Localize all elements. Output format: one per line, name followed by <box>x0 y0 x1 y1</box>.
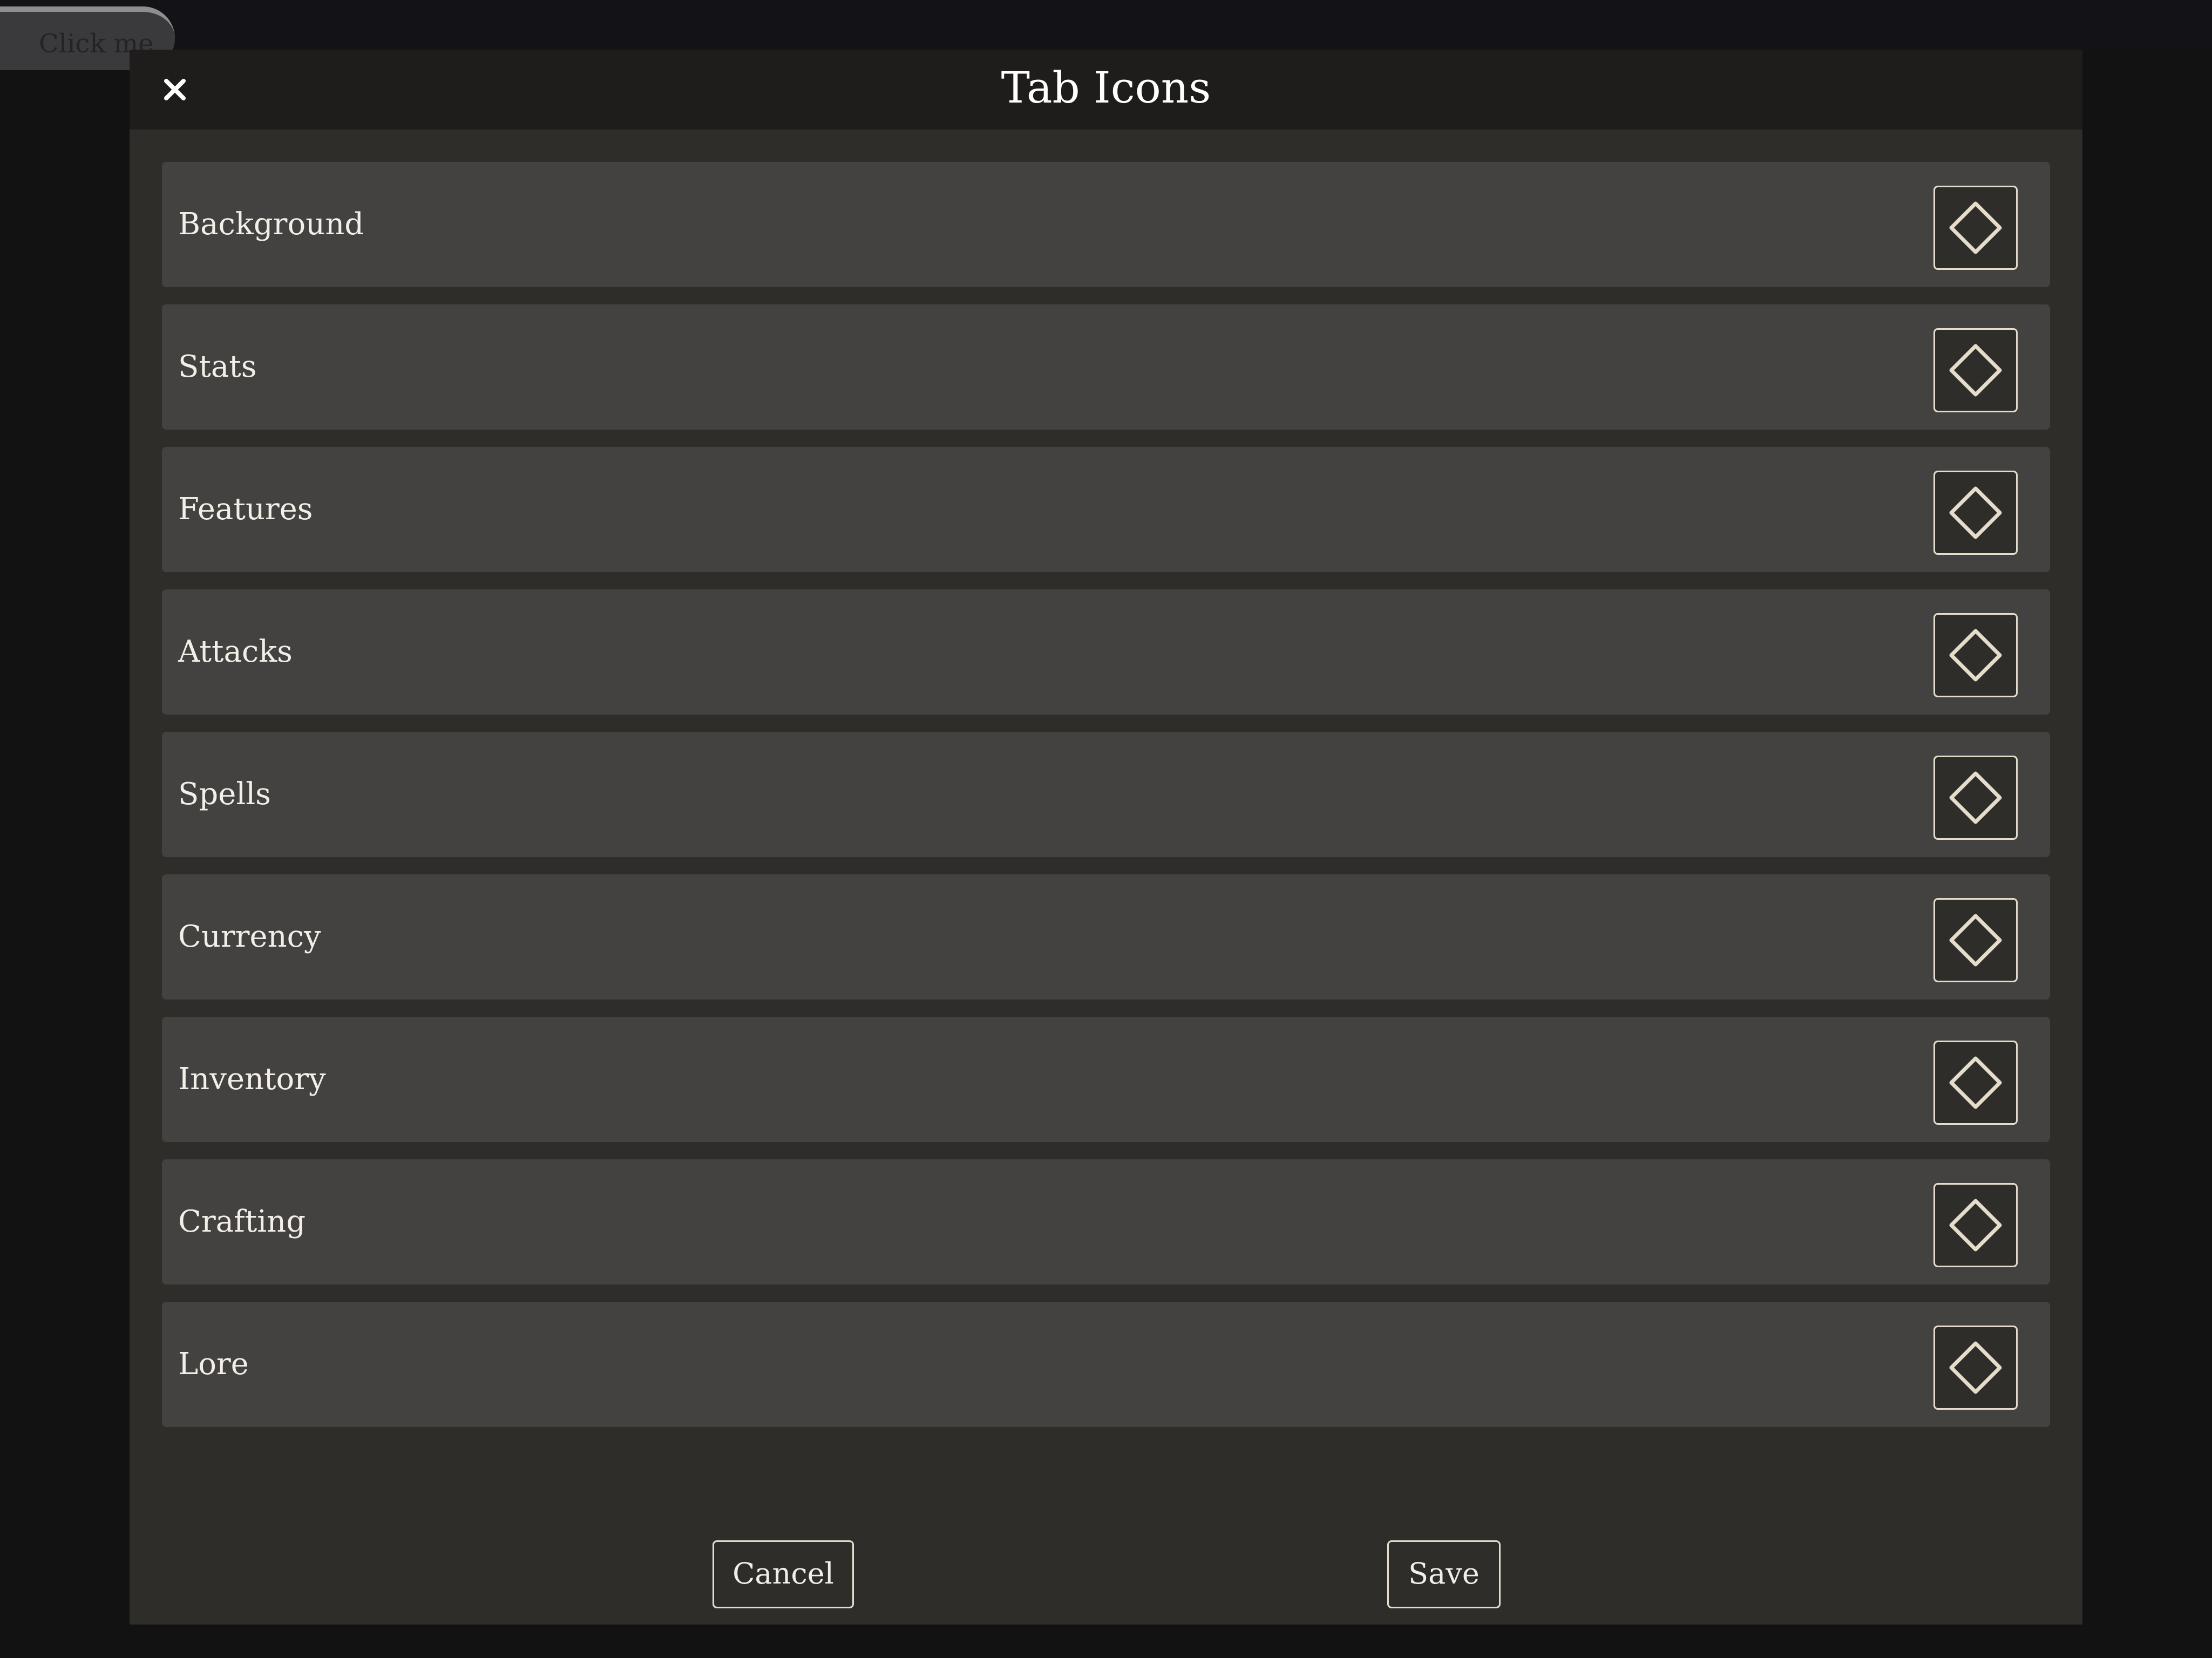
diamond-icon <box>1949 771 2002 824</box>
tab-icons-modal: Tab Icons Background Stats Features Atta… <box>130 50 2082 1625</box>
diamond-icon <box>1949 1341 2002 1394</box>
tab-row-spells: Spells <box>162 732 2050 857</box>
tab-row-currency: Currency <box>162 874 2050 1000</box>
save-button[interactable]: Save <box>1387 1540 1501 1608</box>
close-icon <box>164 79 186 100</box>
tab-row-label: Background <box>178 207 364 242</box>
tab-list: Background Stats Features Attacks Spells… <box>162 162 2050 1444</box>
tab-icon-picker-button[interactable] <box>1933 898 2018 982</box>
tab-icon-picker-button[interactable] <box>1933 1041 2018 1125</box>
tab-row-crafting: Crafting <box>162 1159 2050 1285</box>
tab-icon-picker-button[interactable] <box>1933 756 2018 840</box>
tab-row-background: Background <box>162 162 2050 287</box>
tab-row-stats: Stats <box>162 304 2050 430</box>
close-button[interactable] <box>153 68 196 111</box>
tab-icon-picker-button[interactable] <box>1933 328 2018 412</box>
tab-row-features: Features <box>162 447 2050 572</box>
tab-icon-picker-button[interactable] <box>1933 1326 2018 1410</box>
tab-row-lore: Lore <box>162 1302 2050 1427</box>
diamond-icon <box>1949 1056 2002 1109</box>
diamond-icon <box>1949 629 2002 682</box>
diamond-icon <box>1949 201 2002 254</box>
tab-row-label: Attacks <box>178 634 293 669</box>
tab-row-label: Inventory <box>178 1062 326 1097</box>
tab-row-inventory: Inventory <box>162 1017 2050 1142</box>
tab-row-label: Lore <box>178 1347 249 1382</box>
backdrop-top-bar <box>0 0 2212 50</box>
tab-row-label: Stats <box>178 349 257 384</box>
tab-icon-picker-button[interactable] <box>1933 186 2018 270</box>
tab-row-label: Features <box>178 492 313 527</box>
tab-icon-picker-button[interactable] <box>1933 613 2018 697</box>
cancel-button[interactable]: Cancel <box>713 1540 854 1608</box>
modal-title: Tab Icons <box>1001 63 1211 113</box>
tab-row-label: Crafting <box>178 1204 306 1239</box>
diamond-icon <box>1949 914 2002 967</box>
modal-header: Tab Icons <box>130 50 2082 130</box>
tab-row-attacks: Attacks <box>162 589 2050 715</box>
diamond-icon <box>1949 344 2002 397</box>
tab-row-label: Spells <box>178 777 271 812</box>
tab-icon-picker-button[interactable] <box>1933 1183 2018 1267</box>
tab-row-label: Currency <box>178 919 321 954</box>
diamond-icon <box>1949 1199 2002 1252</box>
tab-icon-picker-button[interactable] <box>1933 471 2018 555</box>
diamond-icon <box>1949 486 2002 539</box>
